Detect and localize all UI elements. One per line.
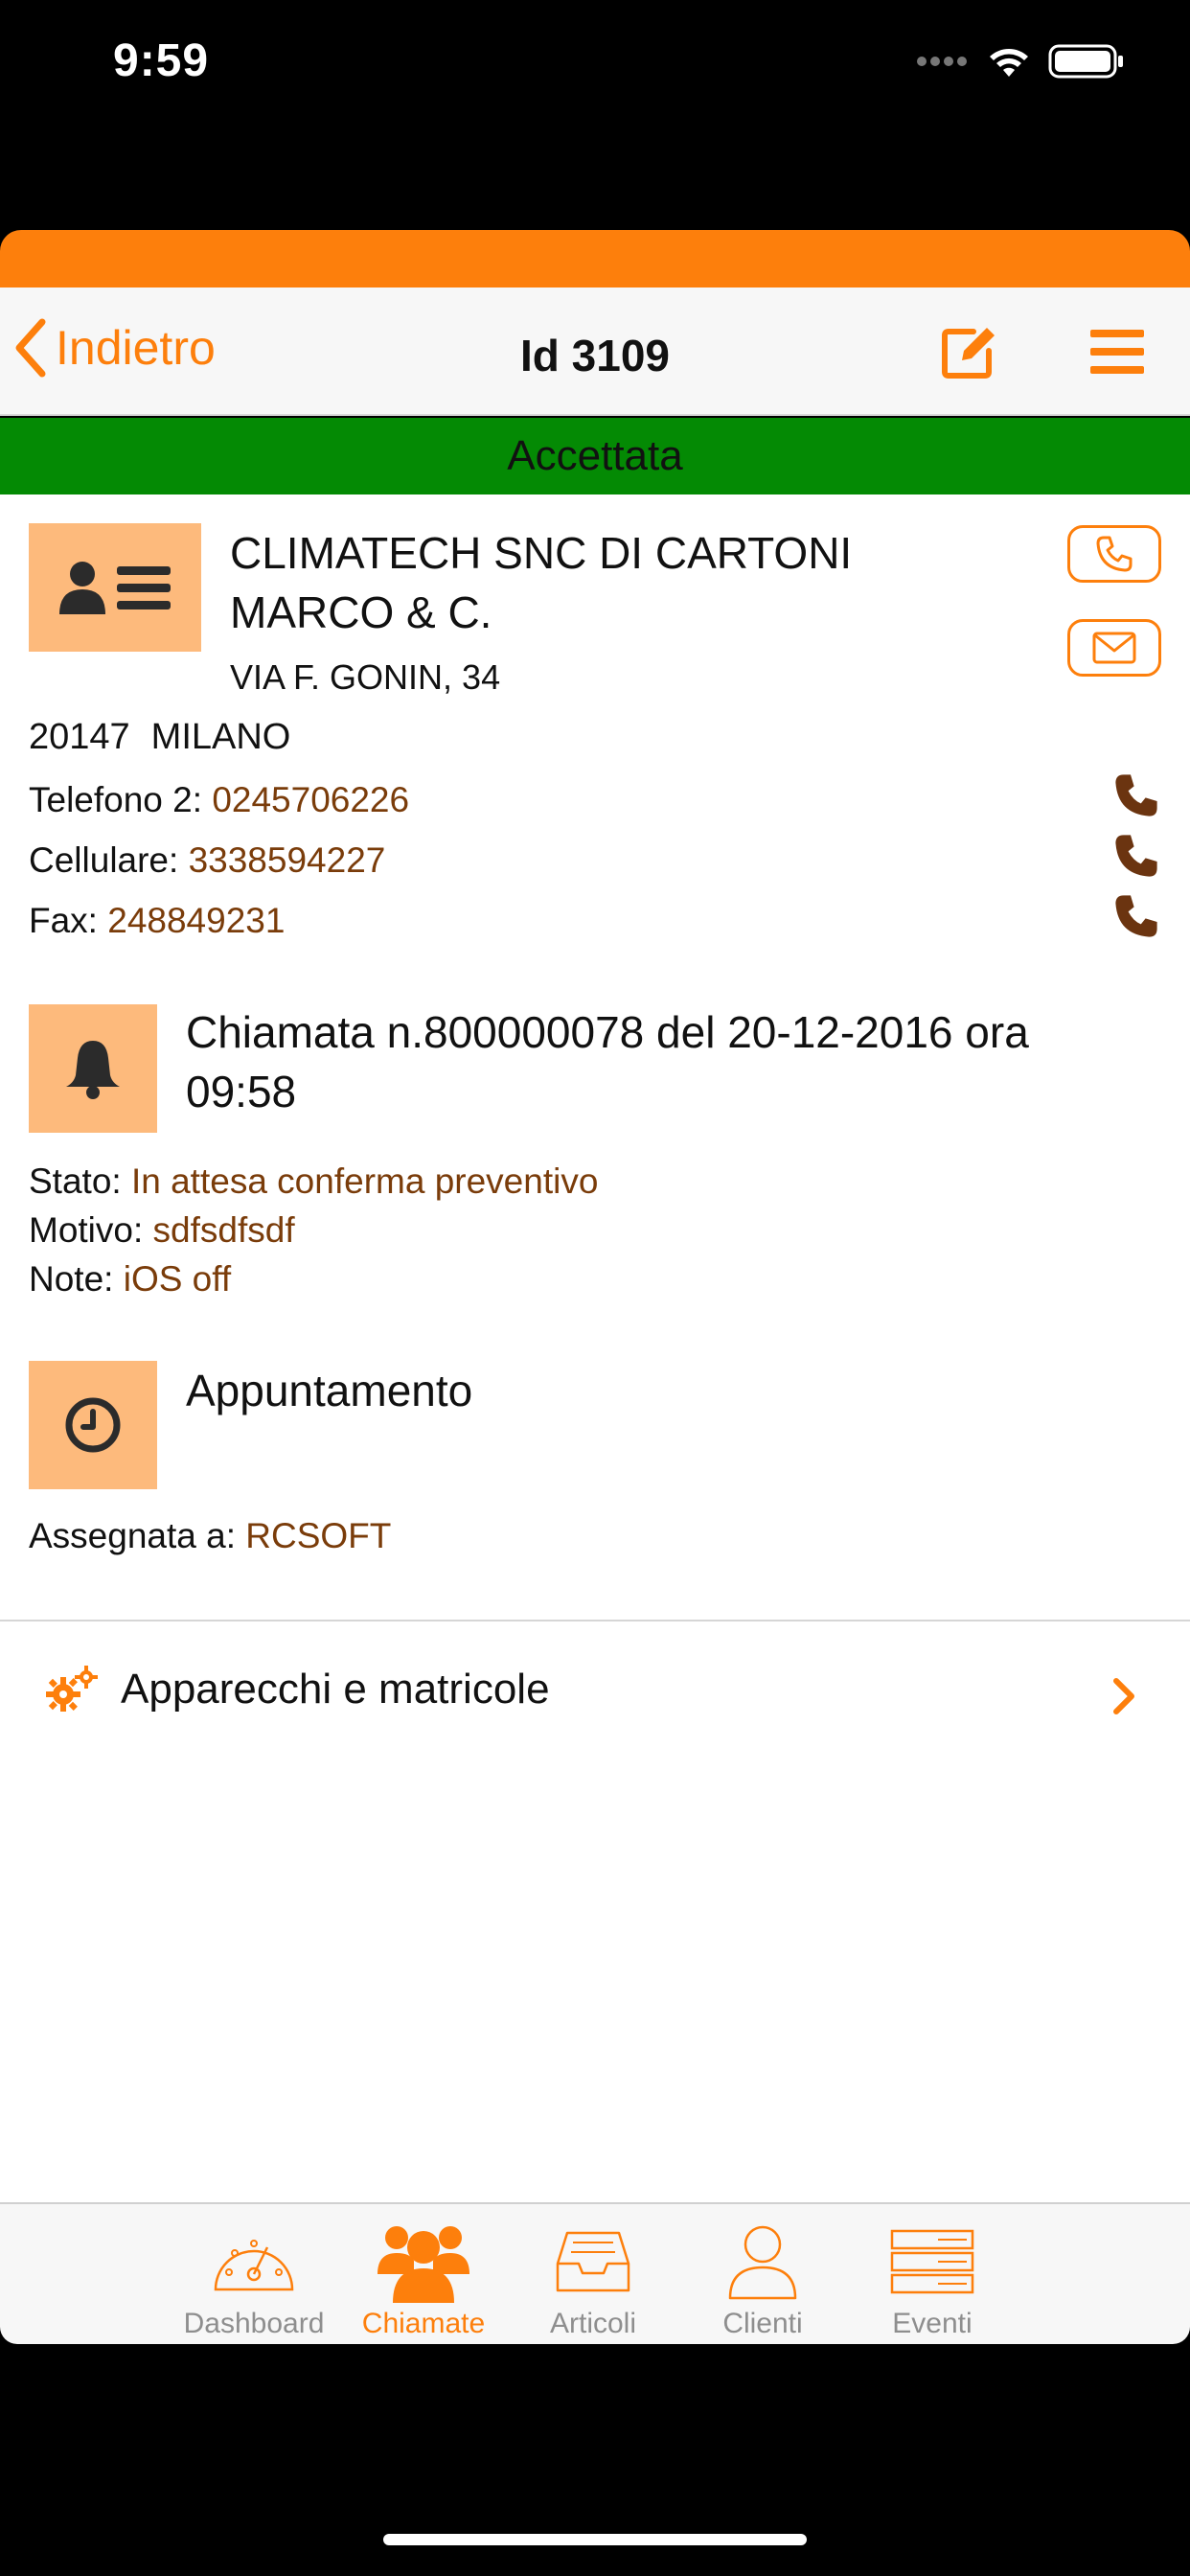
assigned-row: Assegnata a: RCSOFT — [29, 1516, 391, 1556]
person-icon — [728, 2225, 797, 2300]
clock-icon — [65, 1397, 121, 1453]
status-time: 9:59 — [113, 35, 210, 86]
navigation-bar: Indietro Id 3109 — [0, 288, 1190, 416]
tab-chiamate[interactable]: Chiamate — [339, 2204, 508, 2346]
call-client-button[interactable] — [1067, 525, 1161, 583]
fax-row: Fax: 248849231 — [29, 901, 285, 941]
hamburger-icon — [1090, 330, 1144, 374]
gauge-icon — [214, 2240, 294, 2291]
client-city-line: 20147 MILANO — [29, 717, 290, 758]
status-banner: Accettata — [0, 418, 1190, 494]
tab-eventi-label: Eventi — [892, 2308, 973, 2339]
call-note-value: iOS off — [123, 1259, 232, 1299]
contact-card-icon — [59, 562, 171, 614]
bell-icon — [66, 1041, 120, 1099]
client-zip: 20147 — [29, 717, 130, 757]
call-reason-row: Motivo: sdfsdfsdf — [29, 1210, 295, 1251]
equipment-row[interactable]: Apparecchi e matricole — [0, 1623, 1190, 1758]
edit-button[interactable] — [941, 324, 1000, 384]
client-card-tile — [29, 523, 201, 652]
client-city: MILANO — [150, 717, 291, 757]
tab-bar: Dashboard Chiamate Articoli Clienti Even… — [0, 2202, 1190, 2344]
home-indicator — [383, 2534, 807, 2545]
equipment-label: Apparecchi e matricole — [121, 1666, 550, 1713]
call-status-value: In attesa conferma preventivo — [130, 1162, 599, 1201]
battery-icon — [1048, 44, 1123, 79]
client-address: VIA F. GONIN, 34 — [230, 657, 501, 697]
tab-clienti-label: Clienti — [722, 2308, 803, 2339]
status-bar: 9:59 — [0, 0, 1190, 134]
people-icon — [378, 2226, 469, 2303]
main-content: CLIMATECH SNC DI CARTONI MARCO & C. VIA … — [0, 494, 1190, 2202]
header-accent-strip — [0, 230, 1190, 288]
chevron-left-icon — [15, 318, 46, 378]
call-note-row: Note: iOS off — [29, 1259, 231, 1300]
envelope-icon — [1092, 632, 1136, 664]
call-note-label: Note: — [29, 1259, 114, 1299]
call-reason-label: Motivo: — [29, 1210, 144, 1250]
tab-articoli[interactable]: Articoli — [509, 2204, 677, 2346]
section-divider — [0, 1620, 1190, 1622]
call-status-label: Stato: — [29, 1162, 122, 1201]
tab-articoli-label: Articoli — [549, 2308, 636, 2339]
tab-eventi[interactable]: Eventi — [848, 2204, 1017, 2346]
call-reason-value: sdfsdfsdf — [152, 1210, 295, 1250]
appointment-tile — [29, 1361, 157, 1489]
tab-clienti[interactable]: Clienti — [678, 2204, 847, 2346]
dial-mobile-icon[interactable] — [1113, 833, 1159, 879]
phone-icon — [1096, 536, 1133, 572]
appointment-title: Appuntamento — [186, 1366, 473, 1415]
call-status-row: Stato: In attesa conferma preventivo — [29, 1162, 598, 1202]
phone-row: Telefono 2: 0245706226 — [29, 780, 409, 820]
status-icons — [916, 42, 1125, 80]
edit-icon — [942, 328, 995, 379]
signal-icon — [917, 57, 967, 66]
inbox-tray-icon — [556, 2231, 630, 2292]
fax-label: Fax: — [29, 901, 98, 940]
phone-label: Telefono 2: — [29, 780, 203, 819]
mobile-value[interactable]: 3338594227 — [189, 840, 386, 880]
dial-phone-icon[interactable] — [1113, 772, 1159, 818]
call-title: Chiamata n.800000078 del 20-12-2016 ora … — [186, 1007, 1029, 1116]
mobile-label: Cellulare: — [29, 840, 179, 880]
mobile-row: Cellulare: 3338594227 — [29, 840, 385, 881]
client-name: CLIMATECH SNC DI CARTONI MARCO & C. — [230, 528, 853, 637]
list-rows-icon — [890, 2229, 974, 2294]
email-client-button[interactable] — [1067, 619, 1161, 677]
chevron-right-icon — [1113, 1678, 1134, 1714]
menu-button[interactable] — [1088, 328, 1146, 380]
tab-dashboard-label: Dashboard — [183, 2308, 325, 2339]
phone-value[interactable]: 0245706226 — [212, 780, 409, 819]
gears-icon — [46, 1666, 98, 1712]
assigned-value: RCSOFT — [245, 1516, 392, 1555]
back-label: Indietro — [56, 321, 216, 375]
back-button[interactable]: Indietro — [13, 318, 216, 378]
assigned-label: Assegnata a: — [29, 1516, 236, 1555]
tab-dashboard[interactable]: Dashboard — [170, 2204, 338, 2346]
tab-chiamate-label: Chiamate — [361, 2308, 486, 2339]
wifi-icon — [990, 49, 1028, 77]
fax-value[interactable]: 248849231 — [107, 901, 285, 940]
call-tile — [29, 1004, 157, 1133]
dial-fax-icon[interactable] — [1113, 893, 1159, 939]
